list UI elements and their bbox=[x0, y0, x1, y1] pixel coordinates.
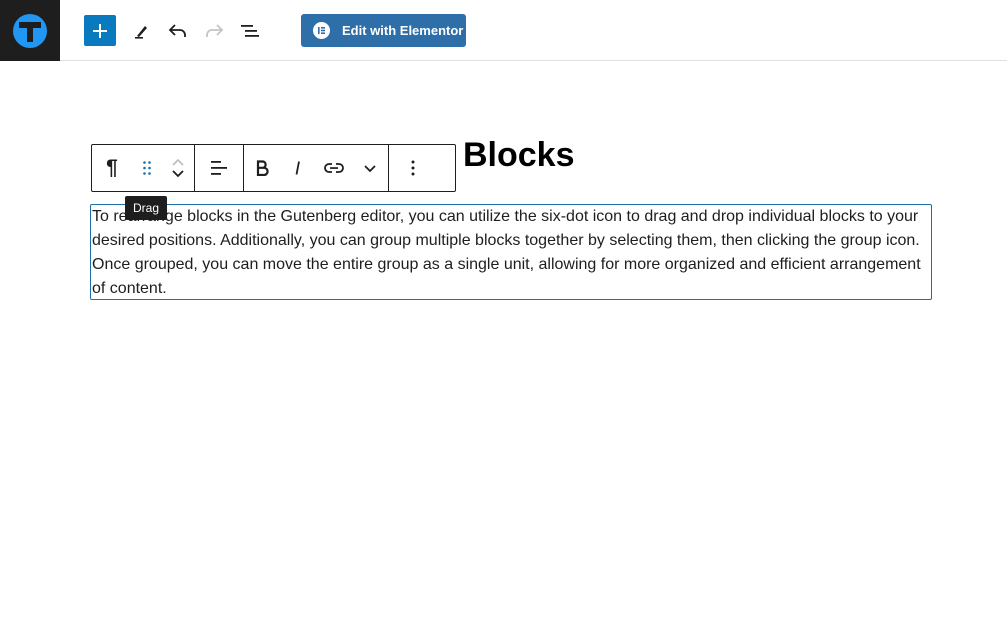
link-button[interactable] bbox=[316, 145, 352, 191]
pencil-icon bbox=[135, 26, 147, 39]
undo-icon bbox=[168, 24, 186, 37]
elementor-icon bbox=[313, 22, 330, 39]
six-dot-drag-icon bbox=[143, 161, 151, 175]
align-text-button[interactable] bbox=[195, 145, 243, 191]
heading-visible-text: Blocks bbox=[463, 136, 575, 174]
list-view-icon bbox=[241, 25, 259, 37]
redo-button[interactable] bbox=[198, 15, 230, 47]
site-logo-icon[interactable] bbox=[0, 0, 60, 61]
move-up-icon[interactable] bbox=[171, 158, 185, 167]
redo-icon bbox=[206, 24, 224, 37]
undo-button[interactable] bbox=[162, 15, 194, 47]
block-toolbar: ¶ bbox=[91, 144, 456, 192]
bold-button[interactable] bbox=[244, 145, 280, 191]
more-vertical-icon bbox=[411, 160, 415, 176]
paragraph-icon: ¶ bbox=[106, 156, 118, 179]
drag-tooltip: Drag bbox=[125, 196, 168, 220]
block-toolbar-align-group bbox=[195, 145, 244, 191]
italic-button[interactable] bbox=[280, 145, 316, 191]
drag-handle-button[interactable] bbox=[132, 145, 162, 191]
block-toolbar-parent-group: ¶ bbox=[92, 145, 195, 191]
link-icon bbox=[324, 163, 344, 173]
editor-top-toolbar: Edit with Elementor bbox=[0, 0, 1007, 61]
block-type-paragraph-button[interactable]: ¶ bbox=[92, 145, 132, 191]
italic-icon bbox=[295, 161, 300, 175]
add-block-button[interactable] bbox=[84, 15, 116, 46]
bold-icon bbox=[256, 160, 269, 176]
block-toolbar-options-group bbox=[389, 145, 437, 191]
paragraph-text: To rearrange blocks in the Gutenberg edi… bbox=[92, 208, 921, 297]
chevron-down-icon bbox=[364, 164, 376, 172]
block-options-button[interactable] bbox=[389, 145, 437, 191]
move-down-icon[interactable] bbox=[171, 169, 185, 178]
selected-paragraph-block[interactable]: To rearrange blocks in the Gutenberg edi… bbox=[90, 204, 932, 300]
block-toolbar-format-group bbox=[244, 145, 389, 191]
align-left-icon bbox=[211, 161, 227, 175]
block-mover bbox=[162, 145, 194, 191]
edit-with-elementor-button[interactable]: Edit with Elementor bbox=[301, 14, 466, 47]
tools-button[interactable] bbox=[126, 15, 158, 47]
document-overview-button[interactable] bbox=[234, 15, 266, 47]
plus-icon bbox=[93, 23, 107, 38]
more-rich-text-controls-button[interactable] bbox=[352, 145, 388, 191]
elementor-button-label: Edit with Elementor bbox=[342, 23, 464, 38]
